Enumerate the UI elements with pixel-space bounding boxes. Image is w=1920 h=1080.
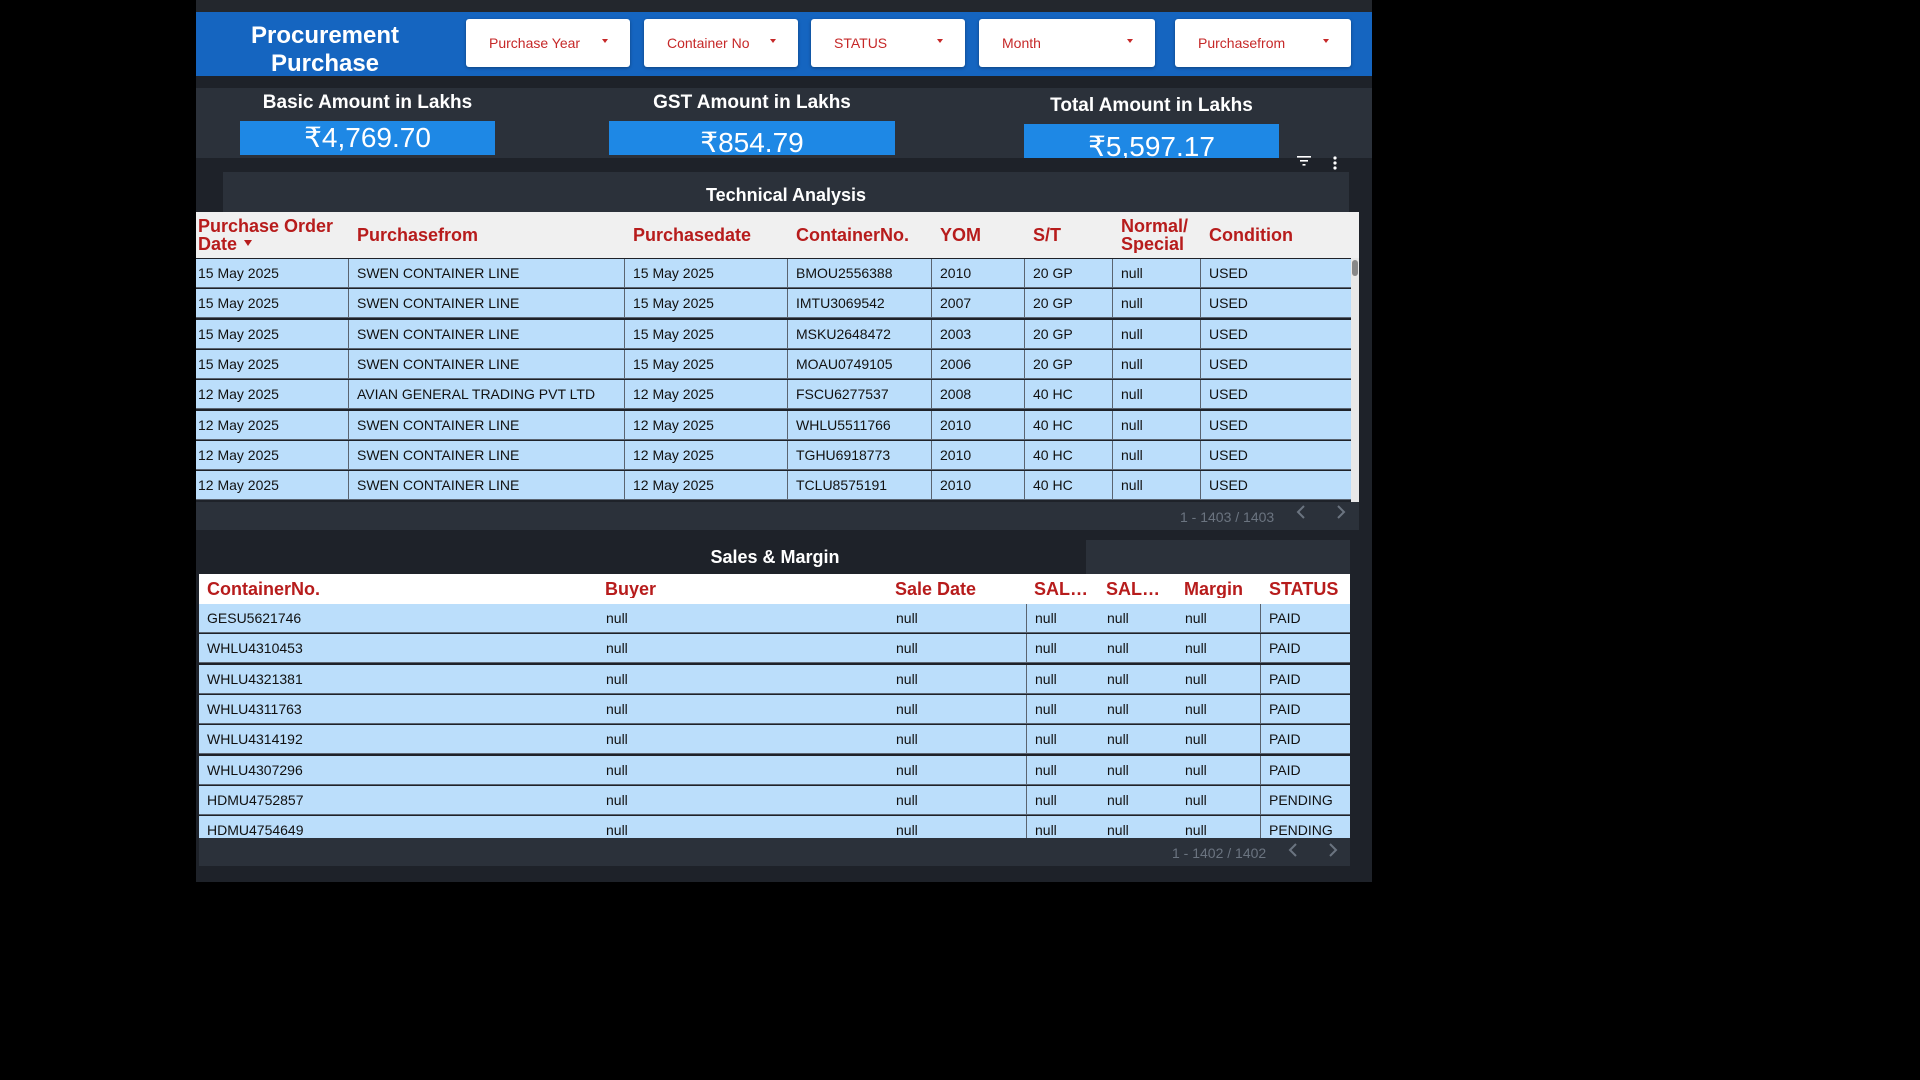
table-cell: null bbox=[1185, 791, 1207, 808]
table-cell: null bbox=[1107, 731, 1129, 748]
table-cell: null bbox=[1185, 610, 1207, 626]
table-cell: null bbox=[896, 761, 918, 778]
table-cell: WHLU4321381 bbox=[207, 670, 303, 687]
table-cell: null bbox=[1035, 610, 1057, 626]
table-cell: null bbox=[1185, 640, 1207, 657]
chevron-right-icon[interactable] bbox=[1328, 842, 1338, 863]
sales-pagination: 1 - 1402 / 1402 bbox=[1172, 845, 1267, 861]
table-cell: GESU5621746 bbox=[207, 610, 302, 626]
column-divider bbox=[1026, 725, 1027, 755]
table-cell: null bbox=[896, 640, 918, 657]
table-cell: null bbox=[896, 700, 918, 717]
table-cell: null bbox=[1185, 761, 1207, 778]
table-cell: null bbox=[606, 761, 628, 778]
column-divider bbox=[1026, 604, 1027, 633]
table-cell: PAID bbox=[1269, 731, 1301, 748]
table-cell: null bbox=[896, 822, 918, 838]
table-cell: null bbox=[896, 610, 918, 626]
column-divider bbox=[1260, 785, 1261, 815]
table-cell: null bbox=[896, 791, 918, 808]
table-cell: PAID bbox=[1269, 670, 1301, 687]
table-cell: HDMU4752857 bbox=[207, 791, 304, 808]
column-divider bbox=[1260, 604, 1261, 633]
table-row[interactable]: WHLU4314192 null null null null null PAID bbox=[199, 725, 1350, 755]
column-divider bbox=[1026, 634, 1027, 664]
table-cell: null bbox=[606, 791, 628, 808]
table-row[interactable]: GESU5621746 null null null null null PAID bbox=[199, 604, 1350, 633]
sales-table-body: GESU5621746 null null null null null PAID WHLU4… bbox=[196, 0, 1372, 838]
table-cell: PAID bbox=[1269, 610, 1301, 626]
chevron-left-icon[interactable] bbox=[1288, 842, 1298, 863]
column-divider bbox=[1026, 664, 1027, 694]
column-divider bbox=[1026, 755, 1027, 785]
table-row[interactable]: WHLU4310453 null null null null null PAID bbox=[199, 634, 1350, 664]
table-row[interactable]: WHLU4321381 null null null null null PAID bbox=[199, 664, 1350, 694]
table-cell: null bbox=[1107, 822, 1129, 838]
table-cell: null bbox=[1107, 610, 1129, 626]
column-divider bbox=[1026, 785, 1027, 815]
table-cell: null bbox=[1107, 640, 1129, 657]
column-divider bbox=[1026, 816, 1027, 838]
table-cell: null bbox=[606, 822, 628, 838]
table-cell: null bbox=[606, 610, 628, 626]
table-cell: PENDING bbox=[1269, 791, 1333, 808]
table-cell: null bbox=[606, 731, 628, 748]
table-cell: WHLU4310453 bbox=[207, 640, 303, 657]
column-divider bbox=[1260, 634, 1261, 664]
table-cell: null bbox=[896, 670, 918, 687]
table-cell: null bbox=[1185, 822, 1207, 838]
table-cell: PENDING bbox=[1269, 822, 1333, 838]
column-divider bbox=[1260, 816, 1261, 838]
table-row[interactable]: HDMU4752857 null null null null null PENDING bbox=[199, 785, 1350, 815]
table-cell: null bbox=[1107, 670, 1129, 687]
table-cell: null bbox=[1035, 731, 1057, 748]
table-cell: null bbox=[1035, 822, 1057, 838]
table-cell: null bbox=[1035, 640, 1057, 657]
table-row[interactable]: HDMU4754649 null null null null null PENDING bbox=[199, 816, 1350, 838]
column-divider bbox=[1260, 755, 1261, 785]
table-cell: WHLU4314192 bbox=[207, 731, 303, 748]
table-cell: null bbox=[1107, 791, 1129, 808]
column-divider bbox=[1260, 725, 1261, 755]
table-cell: null bbox=[606, 670, 628, 687]
table-cell: null bbox=[1185, 731, 1207, 748]
table-cell: WHLU4311763 bbox=[207, 700, 302, 717]
table-cell: WHLU4307296 bbox=[207, 761, 303, 778]
table-cell: HDMU4754649 bbox=[207, 822, 304, 838]
table-row[interactable]: WHLU4307296 null null null null null PAID bbox=[199, 755, 1350, 785]
dashboard-canvas: Procurement Purchase Purchase Year Conta… bbox=[196, 0, 1372, 882]
table-cell: null bbox=[896, 731, 918, 748]
table-cell: null bbox=[1107, 761, 1129, 778]
table-cell: null bbox=[1035, 670, 1057, 687]
table-cell: null bbox=[1185, 670, 1207, 687]
column-divider bbox=[1260, 664, 1261, 694]
table-cell: null bbox=[1035, 761, 1057, 778]
column-divider bbox=[1260, 694, 1261, 724]
column-divider bbox=[1026, 694, 1027, 724]
table-cell: null bbox=[606, 640, 628, 657]
table-cell: null bbox=[1107, 700, 1129, 717]
table-row[interactable]: WHLU4311763 null null null null null PAID bbox=[199, 694, 1350, 724]
table-cell: PAID bbox=[1269, 700, 1301, 717]
table-cell: PAID bbox=[1269, 761, 1301, 778]
table-cell: PAID bbox=[1269, 640, 1301, 657]
table-cell: null bbox=[606, 700, 628, 717]
table-cell: null bbox=[1185, 700, 1207, 717]
table-cell: null bbox=[1035, 700, 1057, 717]
table-cell: null bbox=[1035, 791, 1057, 808]
